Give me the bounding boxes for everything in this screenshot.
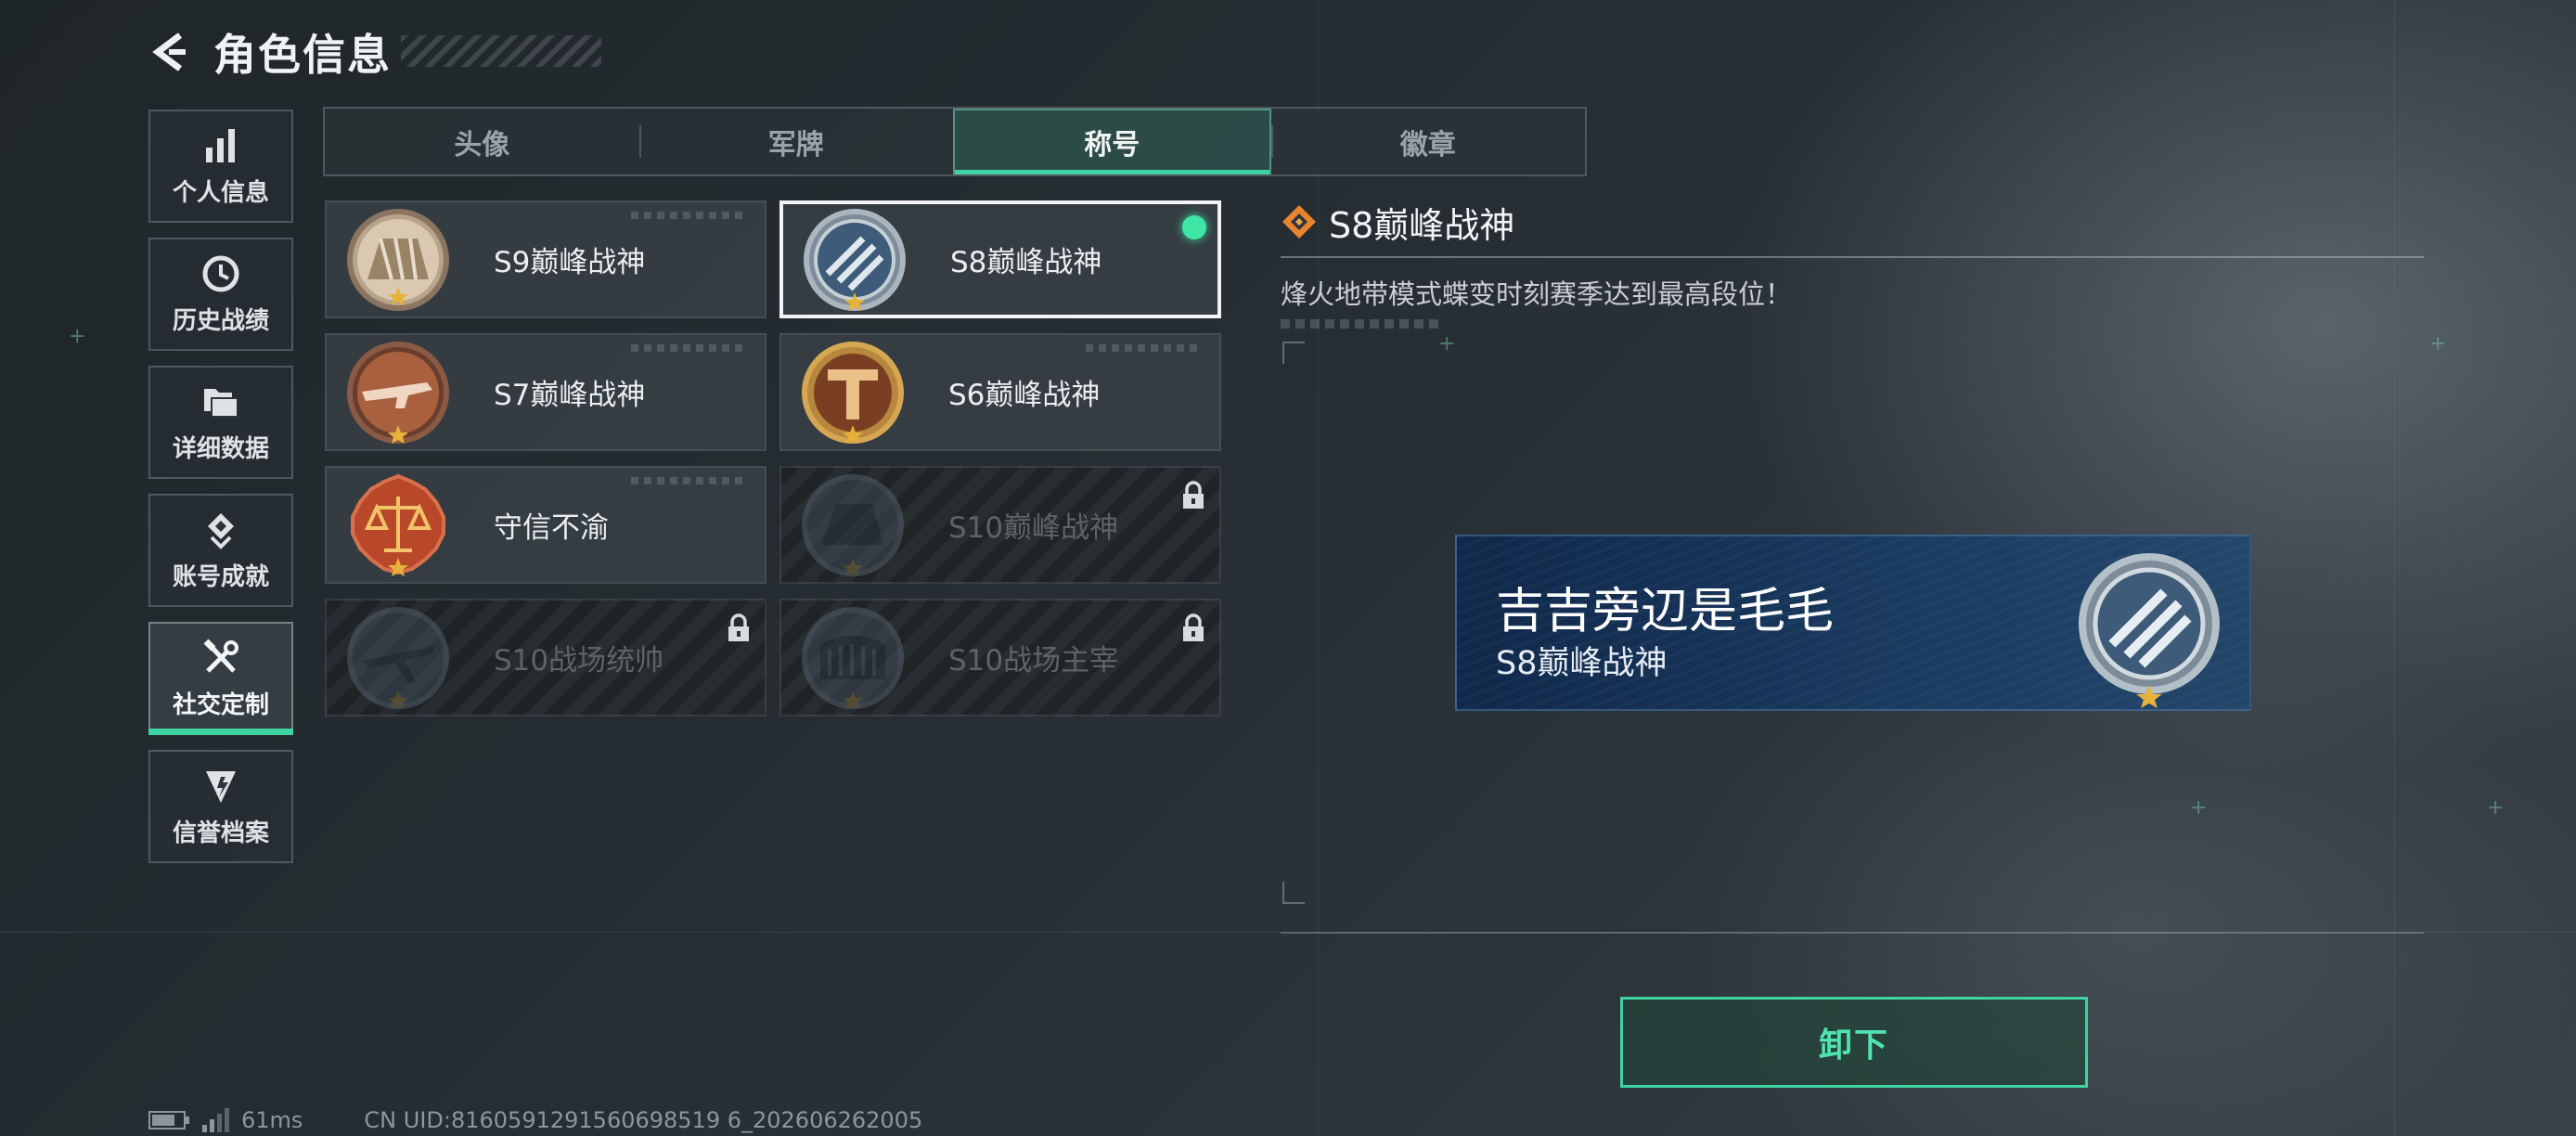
equipped-indicator: [1182, 215, 1206, 239]
sidebar-item-achievements[interactable]: 账号成就: [148, 494, 293, 607]
unequip-button[interactable]: 卸下: [1620, 997, 2088, 1088]
lock-icon: [728, 613, 749, 641]
sidebar-item-label: 历史战绩: [172, 306, 269, 335]
rifle-emblem-icon: [347, 341, 449, 444]
plane-emblem-icon: [347, 606, 449, 709]
lock-icon: [1183, 481, 1204, 509]
title-card[interactable]: S10巅峰战神: [779, 466, 1221, 584]
detail-title: S8巅峰战神: [1329, 204, 1515, 246]
status-bar: 61ms CN UID:8160591291560698519 6_202606…: [148, 1106, 922, 1134]
sidebar-item-label: 信誉档案: [172, 819, 269, 847]
lock-icon: [1183, 613, 1204, 641]
page-title: 角色信息: [213, 30, 392, 80]
sidebar: 个人信息 历史战绩 详细数据 账号成就 社交定制 信誉档案: [148, 110, 293, 878]
uid-readout: CN UID:8160591291560698519 6_20260626200…: [364, 1107, 923, 1133]
signal-icon: [202, 1108, 229, 1132]
tools-icon: [203, 639, 238, 673]
title-card-label: S8巅峰战神: [950, 246, 1102, 279]
detail-description: 烽火地带模式蝶变时刻赛季达到最高段位！: [1281, 278, 1793, 310]
card-decoration: [631, 344, 742, 352]
title-card-label: S7巅峰战神: [494, 379, 646, 412]
title-card-label: S9巅峰战神: [494, 246, 646, 279]
detail-header: S8巅峰战神: [1281, 195, 2424, 249]
sidebar-item-label: 社交定制: [172, 691, 269, 719]
tab-badge[interactable]: 徽章: [1270, 109, 1586, 174]
history-clock-icon: [202, 255, 239, 291]
card-decoration: [1086, 344, 1197, 352]
tab-avatar[interactable]: 头像: [325, 109, 639, 174]
title-card-label: S10战场主宰: [948, 644, 1119, 678]
sidebar-item-label: 账号成就: [172, 562, 269, 591]
title-stripes-decoration: [401, 35, 601, 67]
crosshair-decoration: +: [69, 325, 86, 348]
folder-icon: [204, 388, 238, 418]
tab-dogtag[interactable]: 军牌: [638, 109, 954, 174]
sidebar-item-profile[interactable]: 个人信息: [148, 110, 293, 223]
nameplate-title: S8巅峰战神: [1496, 645, 1668, 682]
back-arrow-icon[interactable]: [148, 30, 193, 74]
title-card-label: 守信不渝: [494, 511, 609, 545]
page-header: 角色信息: [148, 22, 392, 82]
sidebar-item-history[interactable]: 历史战绩: [148, 238, 293, 351]
colosseum-emblem-icon: [802, 606, 904, 709]
t-emblem-icon: [802, 341, 904, 444]
stripes-emblem-icon: [2079, 553, 2220, 708]
sidebar-item-label: 个人信息: [172, 178, 269, 207]
crosshair-decoration: +: [2487, 796, 2505, 820]
frame-corner: [1282, 882, 1305, 904]
title-card[interactable]: S6巅峰战神: [779, 333, 1221, 451]
card-decoration: [631, 477, 742, 484]
divider: [1281, 256, 2424, 258]
bar-chart-icon: [206, 128, 235, 162]
player-name: 吉吉旁辺是毛毛: [1496, 584, 1835, 639]
title-grid: S9巅峰战神 S8巅峰战神 S7巅峰战神 S6巅峰战神 守信不渝 S10巅峰战神…: [325, 200, 1221, 716]
crosshair-decoration: +: [2429, 332, 2447, 355]
shield-badge-icon: [206, 770, 236, 803]
title-card-label: S10战场统帅: [494, 644, 664, 678]
dam-emblem-icon: [347, 208, 449, 311]
card-decoration: [631, 212, 742, 219]
sidebar-item-reputation[interactable]: 信誉档案: [148, 750, 293, 863]
achievement-icon: [208, 512, 234, 549]
tab-title[interactable]: 称号: [953, 109, 1271, 174]
title-card[interactable]: S10战场统帅: [325, 599, 766, 716]
title-card-label: S6巅峰战神: [948, 379, 1101, 412]
title-detail-panel: S8巅峰战神 烽火地带模式蝶变时刻赛季达到最高段位！: [1281, 195, 2424, 329]
sidebar-item-details[interactable]: 详细数据: [148, 366, 293, 479]
sidebar-item-label: 详细数据: [172, 434, 269, 463]
stripes-emblem-icon: [804, 208, 906, 311]
ping-readout: 61ms: [241, 1107, 303, 1133]
divider: [1281, 932, 2424, 934]
description-decoration: [1281, 319, 1438, 329]
title-card[interactable]: S9巅峰战神: [325, 200, 766, 318]
title-card-label: S10巅峰战神: [948, 511, 1119, 545]
battery-icon: [148, 1111, 189, 1130]
dam-emblem-icon: [802, 473, 904, 576]
sidebar-item-social[interactable]: 社交定制: [148, 622, 293, 735]
title-card[interactable]: S7巅峰战神: [325, 333, 766, 451]
tab-bar: 头像 军牌 称号 徽章: [323, 107, 1587, 176]
title-card[interactable]: S10战场主宰: [779, 599, 1221, 716]
nameplate-preview: 吉吉旁辺是毛毛 S8巅峰战神: [1455, 535, 2251, 711]
title-card[interactable]: S8巅峰战神: [779, 200, 1221, 318]
title-card[interactable]: 守信不渝: [325, 466, 766, 584]
diamond-rank-icon: [1282, 205, 1316, 239]
frame-corner: [1282, 342, 1305, 364]
scales-emblem-icon: [351, 473, 445, 576]
